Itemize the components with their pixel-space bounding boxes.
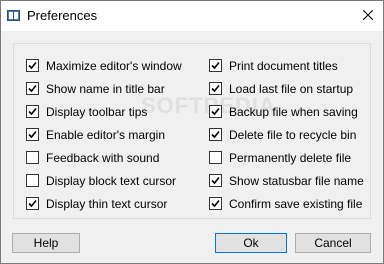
- checkmark-icon: [28, 130, 37, 139]
- checkbox-checked[interactable]: [26, 105, 39, 118]
- close-button[interactable]: [353, 1, 383, 31]
- checkbox-checked[interactable]: [209, 197, 222, 210]
- option-label: Show statusbar file name: [229, 173, 364, 188]
- option-label: Permanently delete file: [229, 150, 352, 165]
- close-icon[interactable]: [362, 9, 374, 23]
- book-icon: [7, 9, 20, 22]
- checkmark-icon: [211, 199, 220, 208]
- option-label: Enable editor's margin: [46, 127, 166, 142]
- checkbox-unchecked[interactable]: [209, 151, 222, 164]
- checkbox-checked[interactable]: [209, 82, 222, 95]
- options-column-left: Maximize editor's window Show name in tit…: [26, 54, 182, 215]
- checkmark-icon: [28, 84, 37, 93]
- option-label: Display block text cursor: [46, 173, 177, 188]
- option-row[interactable]: Load last file on startup: [209, 77, 364, 100]
- preferences-dialog: Preferences SOFTPEDIA Maximize editor's …: [0, 0, 384, 264]
- option-label: Feedback with sound: [46, 150, 160, 165]
- checkmark-icon: [211, 107, 220, 116]
- option-row[interactable]: Delete file to recycle bin: [209, 123, 364, 146]
- option-label: Confirm save existing file: [229, 196, 363, 211]
- checkbox-checked[interactable]: [26, 59, 39, 72]
- options-column-right: Print document titles Load last file on s…: [209, 54, 364, 215]
- option-row[interactable]: Print document titles: [209, 54, 364, 77]
- cancel-button[interactable]: Cancel: [295, 233, 371, 253]
- checkbox-checked[interactable]: [209, 128, 222, 141]
- option-row[interactable]: Display block text cursor: [26, 169, 182, 192]
- option-row[interactable]: Enable editor's margin: [26, 123, 182, 146]
- option-row[interactable]: Show statusbar file name: [209, 169, 364, 192]
- checkmark-icon: [211, 84, 220, 93]
- checkbox-checked[interactable]: [26, 197, 39, 210]
- checkmark-icon: [28, 107, 37, 116]
- checkmark-icon: [211, 61, 220, 70]
- options-group: Maximize editor's window Show name in tit…: [13, 43, 371, 219]
- option-label: Maximize editor's window: [46, 58, 182, 73]
- option-row[interactable]: Confirm save existing file: [209, 192, 364, 215]
- option-label: Print document titles: [229, 58, 338, 73]
- checkbox-unchecked[interactable]: [26, 151, 39, 164]
- option-row[interactable]: Backup file when saving: [209, 100, 364, 123]
- help-button[interactable]: Help: [12, 233, 80, 253]
- title-bar: Preferences: [1, 1, 383, 31]
- checkbox-checked[interactable]: [26, 128, 39, 141]
- ok-button[interactable]: Ok: [215, 233, 287, 253]
- option-label: Delete file to recycle bin: [229, 127, 357, 142]
- window-title: Preferences: [27, 8, 98, 23]
- option-label: Display thin text cursor: [46, 196, 168, 211]
- option-label: Backup file when saving: [229, 104, 358, 119]
- option-row[interactable]: Permanently delete file: [209, 146, 364, 169]
- checkmark-icon: [28, 199, 37, 208]
- option-row[interactable]: Maximize editor's window: [26, 54, 182, 77]
- checkbox-checked[interactable]: [209, 105, 222, 118]
- checkbox-checked[interactable]: [209, 59, 222, 72]
- option-row[interactable]: Show name in title bar: [26, 77, 182, 100]
- checkmark-icon: [28, 61, 37, 70]
- option-row[interactable]: Display toolbar tips: [26, 100, 182, 123]
- option-row[interactable]: Feedback with sound: [26, 146, 182, 169]
- option-label: Display toolbar tips: [46, 104, 148, 119]
- checkmark-icon: [211, 130, 220, 139]
- checkbox-checked[interactable]: [209, 174, 222, 187]
- option-row[interactable]: Display thin text cursor: [26, 192, 182, 215]
- option-label: Load last file on startup: [229, 81, 354, 96]
- checkbox-checked[interactable]: [26, 82, 39, 95]
- option-label: Show name in title bar: [46, 81, 165, 96]
- checkbox-unchecked[interactable]: [26, 174, 39, 187]
- checkmark-icon: [211, 176, 220, 185]
